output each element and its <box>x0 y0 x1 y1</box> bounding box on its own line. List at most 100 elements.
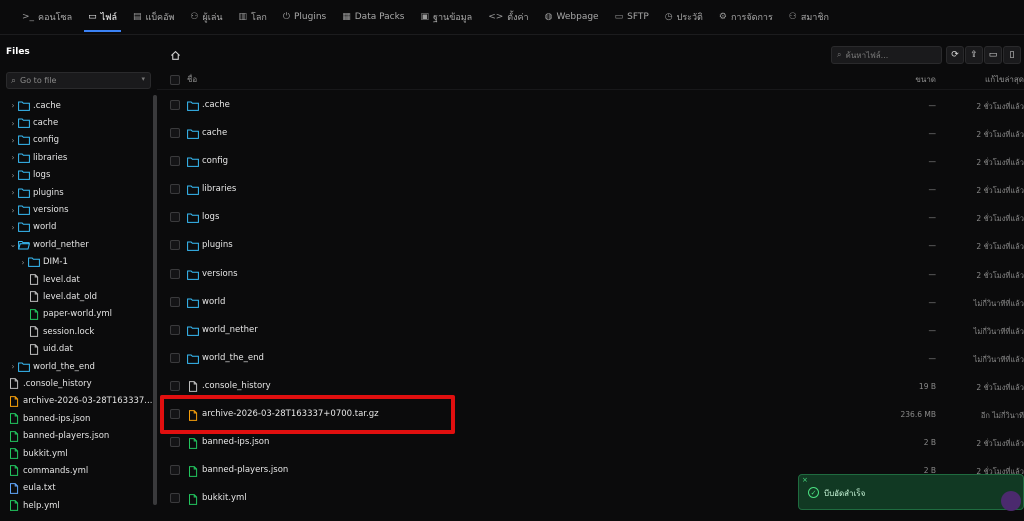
home-button[interactable] <box>167 47 183 63</box>
chevron-icon[interactable]: › <box>8 153 18 162</box>
row-checkbox[interactable] <box>170 465 180 476</box>
tree-item[interactable]: › DIM-1 <box>0 254 153 271</box>
tree-item[interactable]: paper-world.yml <box>0 306 153 323</box>
file-row[interactable]: logs — 2 ชั่วโมงที่แล้ว <box>157 204 1024 232</box>
row-checkbox[interactable] <box>170 212 180 223</box>
file-name[interactable]: cache <box>202 128 227 138</box>
tree-item[interactable]: › plugins <box>0 184 153 201</box>
tab-12[interactable]: ⚙ การจัดการ <box>711 0 781 35</box>
row-checkbox[interactable] <box>170 100 180 110</box>
new-file-button[interactable]: ▯ <box>1003 46 1021 64</box>
new-folder-button[interactable]: ▭ <box>984 46 1002 64</box>
file-name[interactable]: libraries <box>202 184 236 194</box>
tree-item[interactable]: help.yml <box>0 497 153 514</box>
row-checkbox[interactable] <box>170 296 180 307</box>
file-row[interactable]: plugins — 2 ชั่วโมงที่แล้ว <box>157 232 1024 260</box>
chevron-icon[interactable]: › <box>8 223 18 232</box>
file-name[interactable]: .console_history <box>202 381 271 391</box>
tree-item[interactable]: › libraries <box>0 149 153 166</box>
tree-item[interactable]: banned-players.json <box>0 427 153 444</box>
file-name[interactable]: world <box>202 297 225 307</box>
tab-6[interactable]: ▦ Data Packs <box>334 0 412 35</box>
file-row[interactable]: versions — 2 ชั่วโมงที่แล้ว <box>157 261 1024 289</box>
file-name[interactable]: versions <box>202 269 238 279</box>
tree-item[interactable]: › logs <box>0 167 153 184</box>
chevron-icon[interactable]: › <box>8 136 18 145</box>
chevron-icon[interactable]: › <box>8 188 18 197</box>
chevron-icon[interactable]: › <box>8 362 18 371</box>
tree-item[interactable]: eula.txt <box>0 480 153 497</box>
file-name[interactable]: banned-players.json <box>202 465 288 475</box>
tree-item[interactable]: › world_the_end <box>0 358 153 375</box>
file-name[interactable]: config <box>202 156 228 166</box>
file-name[interactable]: world_nether <box>202 325 258 335</box>
file-name[interactable]: plugins <box>202 240 233 250</box>
file-row[interactable]: world_nether — ไม่กี่วินาทีที่แล้ว <box>157 317 1024 345</box>
row-checkbox[interactable] <box>170 437 180 448</box>
upload-button[interactable]: ⇪ <box>965 46 983 64</box>
tree-item[interactable]: bukkit.yml <box>0 445 153 462</box>
row-checkbox[interactable] <box>170 324 180 335</box>
chevron-icon[interactable]: › <box>18 258 28 267</box>
file-row[interactable]: .cache — 2 ชั่วโมงที่แล้ว <box>157 92 1024 120</box>
row-checkbox[interactable] <box>170 352 180 363</box>
tree-item[interactable]: .console_history <box>0 375 153 392</box>
chevron-icon[interactable]: › <box>8 101 18 110</box>
file-name[interactable]: logs <box>202 212 219 222</box>
file-row[interactable]: libraries — 2 ชั่วโมงที่แล้ว <box>157 176 1024 204</box>
row-checkbox[interactable] <box>170 380 180 391</box>
folder-open-icon <box>18 240 30 250</box>
tab-1[interactable]: ▭ ไฟล์ <box>80 0 125 35</box>
tree-item[interactable]: › config <box>0 132 153 149</box>
tab-8[interactable]: <> ตั้งค่า <box>480 0 536 35</box>
row-checkbox[interactable] <box>170 268 180 279</box>
tree-item[interactable]: level.dat <box>0 271 153 288</box>
column-name[interactable]: ชื่อ <box>187 73 197 86</box>
tree-item[interactable]: session.lock <box>0 323 153 340</box>
file-name[interactable]: world_the_end <box>202 353 264 363</box>
file-row[interactable]: world_the_end — ไม่กี่วินาทีที่แล้ว <box>157 345 1024 373</box>
tab-4[interactable]: ▥ โลก <box>231 0 275 35</box>
column-size[interactable]: ขนาด <box>915 73 936 86</box>
row-checkbox[interactable] <box>170 128 180 139</box>
tree-item[interactable]: ⌄ world_nether <box>0 236 153 253</box>
file-name[interactable]: bukkit.yml <box>202 493 247 503</box>
tab-11[interactable]: ◷ ประวัติ <box>657 0 711 35</box>
select-all-checkbox[interactable] <box>170 75 180 85</box>
tree-item[interactable]: › versions <box>0 201 153 218</box>
tab-9[interactable]: ◍ Webpage <box>537 0 607 35</box>
chevron-icon[interactable]: › <box>8 206 18 215</box>
file-row[interactable]: config — 2 ชั่วโมงที่แล้ว <box>157 148 1024 176</box>
tree-item[interactable]: archive-2026-03-28T163337... <box>0 393 153 410</box>
tree-item[interactable]: banned-ips.json <box>0 410 153 427</box>
tab-0[interactable]: >_ คอนโซล <box>14 0 80 35</box>
file-row[interactable]: cache — 2 ชั่วโมงที่แล้ว <box>157 120 1024 148</box>
tree-item[interactable]: uid.dat <box>0 340 153 357</box>
column-modified[interactable]: แก้ไขล่าสุด <box>985 73 1024 86</box>
refresh-button[interactable]: ⟳ <box>946 46 964 64</box>
chevron-icon[interactable]: › <box>8 119 18 128</box>
tab-7[interactable]: ▣ ฐานข้อมูล <box>413 0 481 35</box>
tab-2[interactable]: ▤ แบ็คอัพ <box>125 0 182 35</box>
file-row[interactable]: world — ไม่กี่วินาทีที่แล้ว <box>157 289 1024 317</box>
row-checkbox[interactable] <box>170 240 180 251</box>
file-name[interactable]: .cache <box>202 100 230 110</box>
tree-item[interactable]: › cache <box>0 114 153 131</box>
toast-close-button[interactable]: × <box>802 476 808 484</box>
tab-13[interactable]: ⚇ สมาชิก <box>781 0 837 35</box>
file-search-input[interactable]: ⌕ ค้นหาไฟล์... <box>831 46 942 64</box>
chevron-icon[interactable]: ⌄ <box>8 240 18 249</box>
chevron-icon[interactable]: › <box>8 171 18 180</box>
row-checkbox[interactable] <box>170 156 180 167</box>
row-checkbox[interactable] <box>170 184 180 195</box>
tree-item[interactable]: › .cache <box>0 97 153 114</box>
tree-item[interactable]: › world <box>0 219 153 236</box>
tab-3[interactable]: ⚇ ผู้เล่น <box>182 0 230 35</box>
tab-5[interactable]: ⏻ Plugins <box>275 0 334 35</box>
tree-item[interactable]: level.dat_old <box>0 288 153 305</box>
row-checkbox[interactable] <box>170 493 180 504</box>
tree-item[interactable]: commands.yml <box>0 462 153 479</box>
file-name[interactable]: banned-ips.json <box>202 437 269 447</box>
tab-10[interactable]: ▭ SFTP <box>607 0 657 35</box>
go-to-file-input[interactable]: ⌕ Go to file ▾ <box>6 72 151 89</box>
